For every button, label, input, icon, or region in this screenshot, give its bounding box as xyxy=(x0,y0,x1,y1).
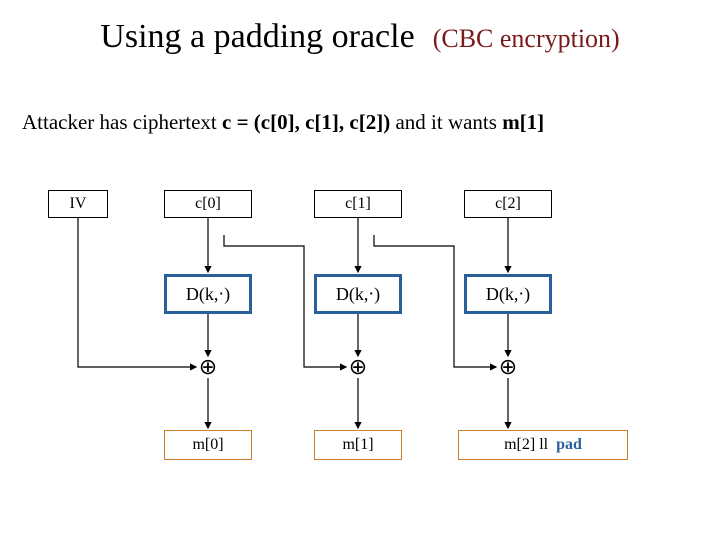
iv-box: IV xyxy=(48,190,108,218)
ciphertext-block-1: c[1] xyxy=(314,190,402,218)
description-line: Attacker has ciphertext c = (c[0], c[1],… xyxy=(22,110,544,135)
m2-label: m[2] ll xyxy=(504,436,548,454)
ciphertext-block-0: c[0] xyxy=(164,190,252,218)
xor-0: ⊕ xyxy=(197,356,219,378)
decrypt-block-0: D(k,⋅) xyxy=(164,274,252,314)
desc-prefix: Attacker has ciphertext xyxy=(22,110,222,134)
xor-2: ⊕ xyxy=(497,356,519,378)
ciphertext-block-2: c[2] xyxy=(464,190,552,218)
page-title: Using a padding oracle xyxy=(100,18,414,55)
page-subtitle: (CBC encryption) xyxy=(433,24,620,53)
plaintext-block-1: m[1] xyxy=(314,430,402,460)
pad-label: pad xyxy=(556,436,582,454)
decrypt-block-1: D(k,⋅) xyxy=(314,274,402,314)
desc-middle: and it wants xyxy=(390,110,502,134)
desc-target: m[1] xyxy=(502,110,544,134)
xor-1: ⊕ xyxy=(347,356,369,378)
decrypt-block-2: D(k,⋅) xyxy=(464,274,552,314)
plaintext-block-0: m[0] xyxy=(164,430,252,460)
desc-cipher: c = (c[0], c[1], c[2]) xyxy=(222,110,390,134)
plaintext-block-2: m[2] ll pad xyxy=(458,430,628,460)
cbc-diagram: IV c[0] c[1] c[2] D(k,⋅) D(k,⋅) D(k,⋅) ⊕… xyxy=(48,188,668,488)
